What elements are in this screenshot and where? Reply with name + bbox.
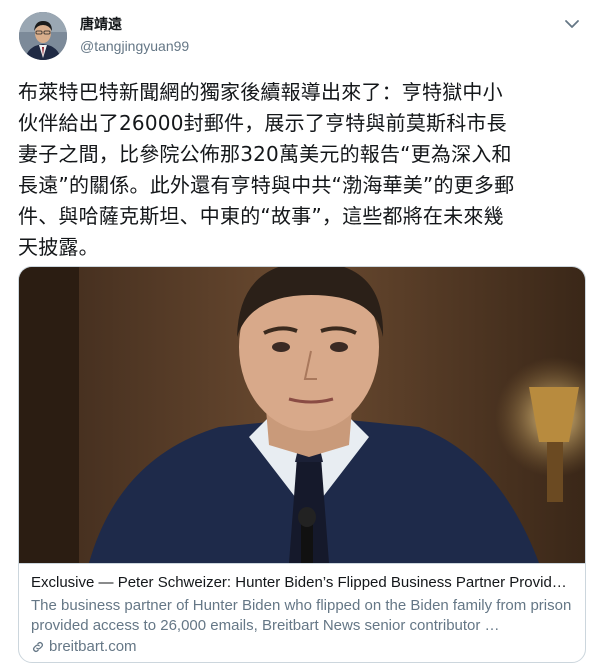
link-icon [31, 640, 45, 654]
author-display-name[interactable]: 唐靖遠 [80, 16, 122, 34]
more-options-button[interactable] [560, 12, 584, 36]
avatar[interactable] [19, 12, 67, 60]
card-image[interactable] [19, 267, 585, 563]
tweet[interactable]: 唐靖遠 @tangjingyuan99 布萊特巴特新聞網的獨家後續報導出來了：亨… [0, 0, 598, 671]
card-domain-link[interactable]: breitbart.com [31, 637, 573, 657]
card-domain[interactable]: breitbart.com [49, 637, 137, 657]
card-body[interactable]: Exclusive — Peter Schweizer: Hunter Bide… [19, 563, 585, 662]
user-avatar-icon [19, 12, 67, 60]
card-description: The business partner of Hunter Biden who… [31, 597, 572, 634]
link-card[interactable]: Exclusive — Peter Schweizer: Hunter Bide… [18, 266, 586, 663]
chevron-down-icon [565, 20, 579, 28]
tweet-text: 布萊特巴特新聞網的獨家後續報導出來了：亨特獄中小 伙伴給出了26000封郵件，展… [18, 80, 515, 259]
news-photo-icon [19, 267, 585, 563]
author-handle[interactable]: @tangjingyuan99 [80, 37, 189, 55]
card-title[interactable]: Exclusive — Peter Schweizer: Hunter Bide… [31, 573, 573, 593]
